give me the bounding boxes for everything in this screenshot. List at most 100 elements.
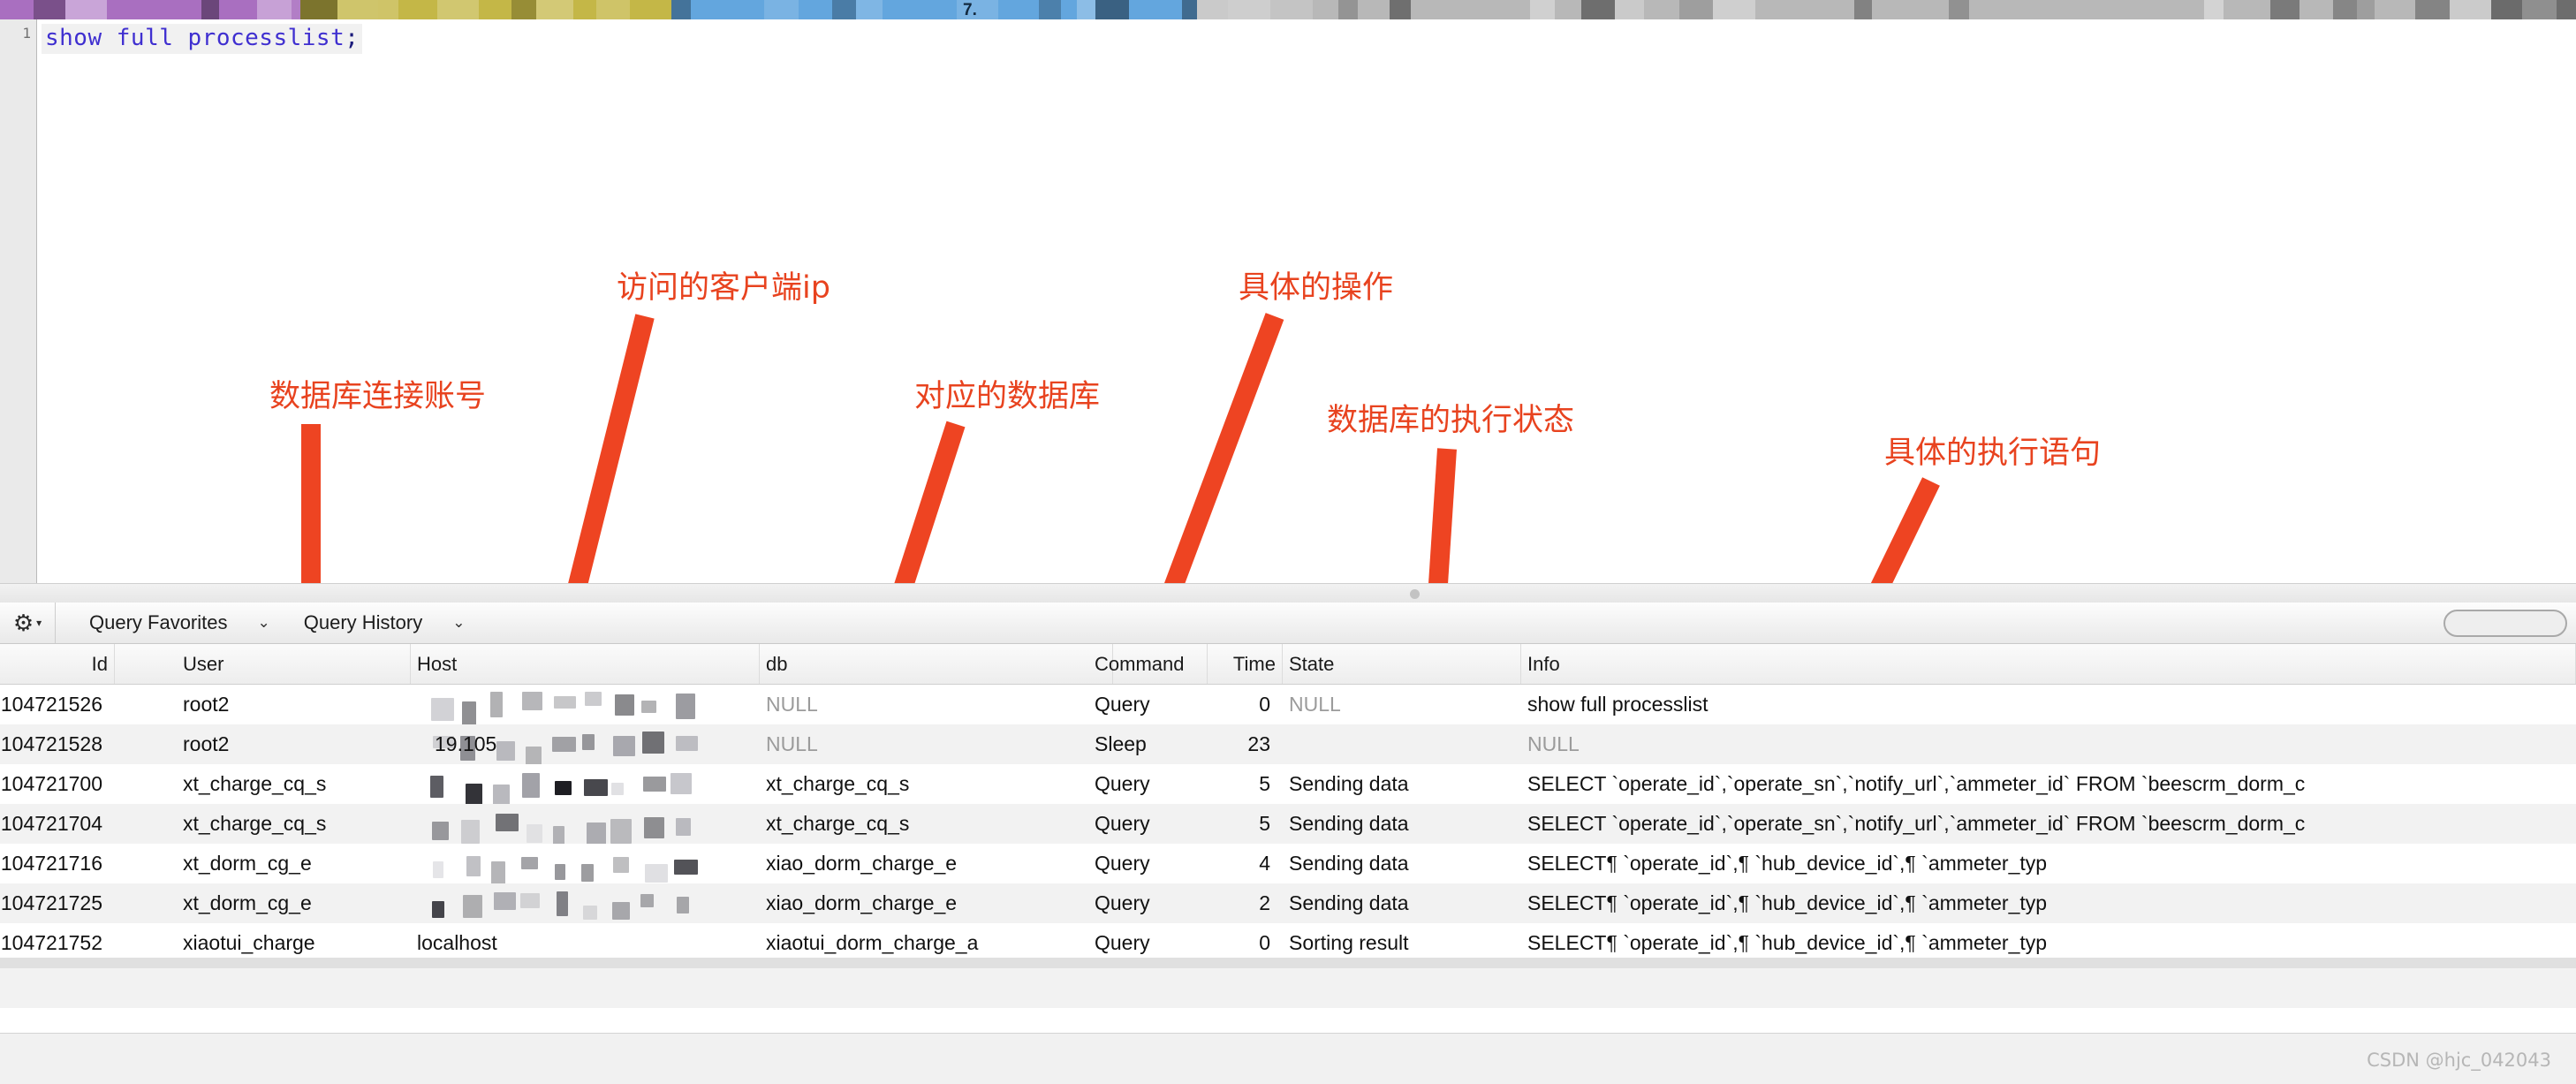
annotation-label-state: 数据库的执行状态	[1327, 403, 1575, 438]
cell-state[interactable]	[1283, 724, 1521, 764]
column-header-time[interactable]: Time	[1208, 644, 1283, 684]
browser-tab-strip[interactable]: 7.	[0, 0, 2576, 19]
column-header-host[interactable]: Host	[411, 644, 760, 684]
grid-body[interactable]: 104721526 root2 NULL Query 0 NULL show full pr…	[0, 685, 2576, 963]
cell-command[interactable]: Query	[1088, 764, 1208, 804]
grid-empty-row	[0, 968, 2576, 1008]
column-header-command[interactable]: Command	[1088, 644, 1208, 684]
cell-info[interactable]: SELECT `operate_id`,`operate_sn`,`notify…	[1521, 764, 2576, 804]
cell-id[interactable]: 104721725	[0, 883, 115, 923]
cell-id[interactable]: 104721704	[0, 804, 115, 844]
cell-db[interactable]: xiao_dorm_charge_e	[760, 883, 1113, 923]
settings-menu-button[interactable]: ⚙ ▾	[0, 603, 56, 643]
cell-user[interactable]: root2	[177, 685, 411, 724]
cell-db[interactable]: xt_charge_cq_s	[760, 804, 1113, 844]
cell-host[interactable]	[411, 804, 760, 844]
splitter-grip[interactable]	[1410, 589, 1420, 599]
censored-block	[596, 0, 630, 19]
cell-db[interactable]: NULL	[760, 724, 1113, 764]
cell-command[interactable]: Query	[1088, 844, 1208, 883]
chevron-down-icon-history: ⌄	[452, 614, 466, 631]
censored-block	[2357, 0, 2375, 19]
column-header-user[interactable]: User	[177, 644, 411, 684]
column-header-info[interactable]: Info	[1521, 644, 2576, 684]
cell-user[interactable]: xt_dorm_cg_e	[177, 883, 411, 923]
cell-host[interactable]	[411, 844, 760, 883]
censored-block	[2557, 0, 2576, 19]
search-input[interactable]	[2443, 610, 2567, 637]
cell-db[interactable]: NULL	[760, 685, 1113, 724]
censored-block	[2450, 0, 2491, 19]
cell-time[interactable]: 5	[1208, 804, 1283, 844]
query-history-label: Query History	[303, 611, 423, 633]
tab-strip-segment[interactable]	[0, 0, 309, 19]
cell-info[interactable]: NULL	[1521, 724, 2576, 764]
tab-strip-segment[interactable]	[300, 0, 671, 19]
cell-host[interactable]: 19.105	[411, 724, 760, 764]
cell-host[interactable]	[411, 764, 760, 804]
cell-user[interactable]: root2	[177, 724, 411, 764]
annotation-label-host: 访问的客户端ip	[617, 270, 830, 306]
cell-time[interactable]: 4	[1208, 844, 1283, 883]
cell-user[interactable]: xt_charge_cq_s	[177, 804, 411, 844]
cell-command[interactable]: Sleep	[1088, 724, 1208, 764]
cell-time[interactable]: 2	[1208, 883, 1283, 923]
grid-header-row[interactable]: Id User Host db Command Time State Info	[0, 644, 2576, 685]
tab-strip-segment[interactable]	[1197, 0, 2576, 19]
table-row[interactable]: 104721526 root2 NULL Query 0 NULL show full pr…	[0, 685, 2576, 724]
cell-info[interactable]: SELECT `operate_id`,`operate_sn`,`notify…	[1521, 804, 2576, 844]
cell-id[interactable]: 104721716	[0, 844, 115, 883]
cell-host[interactable]	[411, 883, 760, 923]
table-row[interactable]: 104721528 root2 19.105 NULL Sleep 23 NULL	[0, 724, 2576, 764]
cell-command[interactable]: Query	[1088, 685, 1208, 724]
sql-terminator: ;	[345, 25, 360, 51]
censored-block	[1338, 0, 1358, 19]
annotation-label-db: 对应的数据库	[914, 379, 1101, 414]
cell-state[interactable]: NULL	[1283, 685, 1521, 724]
table-row[interactable]: 104721704 xt_charge_cq_s xt_charge_cq_s Que…	[0, 804, 2576, 844]
cell-user[interactable]: xt_dorm_cg_e	[177, 844, 411, 883]
results-toolbar[interactable]: ⚙ ▾ Query Favorites ⌄ Query History ⌄	[0, 603, 2576, 644]
cell-time[interactable]: 5	[1208, 764, 1283, 804]
cell-state[interactable]: Sending data	[1283, 883, 1521, 923]
cell-id[interactable]: 104721700	[0, 764, 115, 804]
cell-host-partial-text: 19.105	[435, 732, 497, 755]
censored-block	[1530, 0, 1555, 19]
cell-state[interactable]: Sending data	[1283, 764, 1521, 804]
cell-time[interactable]: 23	[1208, 724, 1283, 764]
censored-block	[1228, 0, 1270, 19]
table-row[interactable]: 104721725 xt_dorm_cg_e xiao_dorm_charge_e Q…	[0, 883, 2576, 923]
sql-statement-line[interactable]: show full processlist;	[42, 24, 363, 54]
cell-user[interactable]: xt_charge_cq_s	[177, 764, 411, 804]
cell-info[interactable]: show full processlist	[1521, 685, 2576, 724]
pane-splitter[interactable]	[0, 583, 2576, 604]
cell-info[interactable]: SELECT¶ `operate_id`,¶ `hub_device_id`,¶…	[1521, 883, 2576, 923]
cell-command[interactable]: Query	[1088, 804, 1208, 844]
cell-host[interactable]	[411, 685, 760, 724]
line-number: 1	[22, 25, 31, 42]
censored-block	[671, 0, 691, 19]
censored-host-mosaic	[417, 804, 760, 844]
cell-state[interactable]: Sending data	[1283, 804, 1521, 844]
table-row[interactable]: 104721716 xt_dorm_cg_e xiao_dorm_charge_e Q…	[0, 844, 2576, 883]
query-history-button[interactable]: Query History ⌄	[270, 603, 466, 643]
cell-time[interactable]: 0	[1208, 685, 1283, 724]
censored-block	[34, 0, 65, 19]
table-row[interactable]: 104721700 xt_charge_cq_s xt_charge_cq_s Que…	[0, 764, 2576, 804]
cell-info[interactable]: SELECT¶ `operate_id`,¶ `hub_device_id`,¶…	[1521, 844, 2576, 883]
cell-id[interactable]: 104721528	[0, 724, 115, 764]
grid-bottom-separator	[0, 958, 2576, 968]
censored-block	[1581, 0, 1615, 19]
tab-strip-segment[interactable]: 7.	[671, 0, 1221, 19]
column-header-db[interactable]: db	[760, 644, 1113, 684]
column-header-id[interactable]: Id	[0, 644, 115, 684]
cell-state[interactable]: Sending data	[1283, 844, 1521, 883]
query-favorites-button[interactable]: Query Favorites ⌄	[56, 603, 270, 643]
cell-db[interactable]: xiao_dorm_charge_e	[760, 844, 1113, 883]
censored-block	[1095, 0, 1129, 19]
chevron-down-icon: ▾	[36, 617, 42, 629]
column-header-state[interactable]: State	[1283, 644, 1521, 684]
cell-db[interactable]: xt_charge_cq_s	[760, 764, 1113, 804]
cell-id[interactable]: 104721526	[0, 685, 115, 724]
cell-command[interactable]: Query	[1088, 883, 1208, 923]
